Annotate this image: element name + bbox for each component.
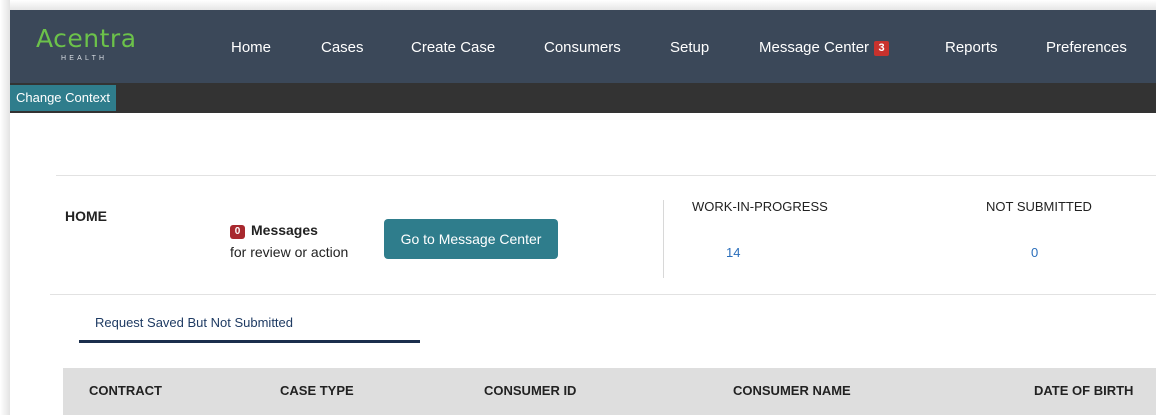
nav-home[interactable]: Home	[231, 39, 271, 57]
logo-subtitle: HEALTH	[61, 55, 108, 62]
nav-setup[interactable]: Setup	[670, 39, 709, 57]
column-header-date-of-birth[interactable]: DATE OF BIRTH	[1034, 383, 1133, 398]
column-header-case-type[interactable]: CASE TYPE	[280, 383, 354, 398]
nav-create-case[interactable]: Create Case	[411, 39, 495, 57]
nav-consumers[interactable]: Consumers	[544, 39, 621, 57]
message-count-badge: 3	[874, 41, 890, 56]
column-header-contract[interactable]: CONTRACT	[89, 383, 162, 398]
nav-cases[interactable]: Cases	[321, 39, 364, 57]
page-title: HOME	[65, 208, 107, 224]
go-to-message-center-button[interactable]: Go to Message Center	[384, 219, 558, 259]
table-header: CONTRACT CASE TYPE CONSUMER ID CONSUMER …	[63, 368, 1156, 415]
tab-request-saved-not-submitted[interactable]: Request Saved But Not Submitted	[95, 315, 293, 330]
messages-summary: 0 Messages	[230, 222, 318, 239]
active-tab-indicator	[79, 340, 420, 343]
nav-message-center[interactable]: Message Center 3	[759, 39, 890, 57]
change-context-button[interactable]: Change Context	[10, 85, 116, 111]
nav-reports[interactable]: Reports	[945, 39, 998, 57]
messages-label: Messages	[251, 222, 318, 238]
acentra-logo[interactable]: Acentra HEALTH	[36, 24, 156, 72]
divider-top	[56, 175, 1156, 176]
window-left-shadow	[0, 0, 10, 415]
nav-preferences[interactable]: Preferences	[1046, 39, 1127, 57]
messages-count-badge: 0	[230, 225, 245, 239]
top-navbar: Acentra HEALTH Home Cases Create Case Co…	[10, 10, 1156, 83]
window-top-shadow	[0, 0, 1156, 10]
context-bar: Change Context	[10, 83, 1156, 113]
column-header-consumer-id[interactable]: CONSUMER ID	[484, 383, 576, 398]
stat-value-work-in-progress[interactable]: 14	[726, 245, 740, 260]
stat-label-work-in-progress: WORK-IN-PROGRESS	[692, 199, 828, 214]
column-header-consumer-name[interactable]: CONSUMER NAME	[733, 383, 851, 398]
divider-middle	[50, 294, 1156, 295]
stat-value-not-submitted[interactable]: 0	[1031, 245, 1038, 260]
stats-divider	[663, 200, 664, 278]
messages-subtext: for review or action	[230, 244, 349, 260]
logo-wordmark: Acentra	[36, 24, 137, 53]
stat-label-not-submitted: NOT SUBMITTED	[986, 199, 1092, 214]
nav-message-center-label: Message Center	[759, 39, 870, 56]
